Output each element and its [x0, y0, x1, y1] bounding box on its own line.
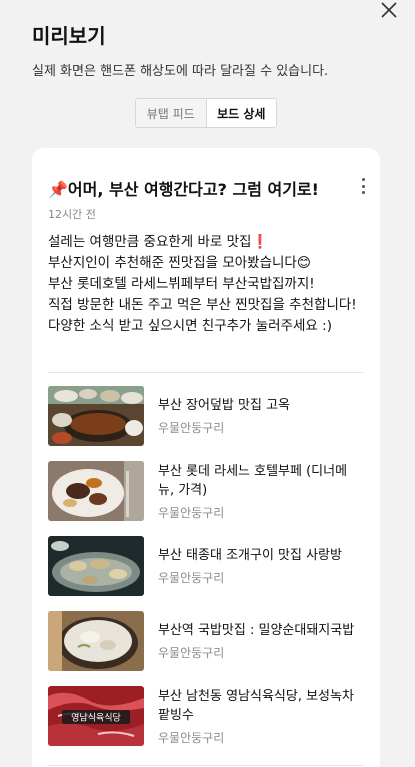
item-title: 부산 태종대 조개구이 맛집 사랑방	[158, 548, 342, 563]
body-line: 부산지인이 추천해준 찐맛집을 모아봤습니다😊	[48, 255, 311, 271]
body-line: 직접 방문한 내돈 주고 먹은 부산 찐맛집을 추천합니다!	[48, 297, 357, 313]
list-item[interactable]: 부산 롯데 라세느 호텔부페 (디너메뉴, 가격) 우물안둥구리	[48, 461, 364, 536]
list-item[interactable]: 부산역 국밥맛집 : 밀양순대돼지국밥 우물안둥구리	[48, 611, 364, 686]
linked-posts-list: 부산 장어덮밥 맛집 고옥 우물안둥구리 부산 롯데 라세느 호텔부페 (디너메…	[48, 386, 364, 761]
preview-card: 📌어머, 부산 여행간다고? 그럼 여기로! 12시간 전 설레는 여행만큼 중…	[32, 148, 380, 767]
modal-title: 미리보기	[32, 24, 106, 48]
raw-beef-thumbnail: 영남식육식당	[48, 686, 144, 746]
list-item[interactable]: 영남식육식당 부산 남천동 영남식육식당, 보성녹차 팥빙수 우물안둥구리	[48, 686, 364, 761]
item-author: 우물안둥구리	[158, 505, 225, 520]
list-item[interactable]: 부산 태종대 조개구이 맛집 사랑방 우물안둥구리	[48, 536, 364, 611]
item-title: 부산 장어덮밥 맛집 고옥	[158, 398, 290, 413]
item-author: 우물안둥구리	[158, 571, 225, 585]
item-author: 우물안둥구리	[158, 646, 225, 660]
item-title: 부산 남천동 영남식육식당, 보성녹차 팥빙수	[158, 688, 354, 723]
item-author: 우물안둥구리	[158, 730, 225, 745]
item-title: 부산 롯데 라세느 호텔부페 (디너메뉴, 가격)	[158, 463, 348, 498]
tab-feed[interactable]: 뷰탭 피드	[136, 99, 207, 127]
post-body: 설레는 여행만큼 중요한게 바로 맛집❗ 부산지인이 추천해준 찐맛집을 모아봤…	[48, 232, 368, 337]
body-line: 다양한 소식 받고 싶으시면 친구추가 눌러주세요 :)	[48, 318, 332, 334]
eel-rice-thumbnail	[48, 386, 144, 446]
post-time: 12시간 전	[48, 208, 96, 221]
body-line: 설레는 여행만큼 중요한게 바로 맛집❗	[48, 234, 269, 250]
buffet-thumbnail	[48, 461, 144, 521]
close-icon[interactable]	[379, 0, 399, 20]
item-title: 부산역 국밥맛집 : 밀양순대돼지국밥	[158, 623, 355, 638]
divider	[48, 765, 364, 766]
gukbap-thumbnail	[48, 611, 144, 671]
modal-description: 실제 화면은 핸드폰 해상도에 따라 달라질 수 있습니다.	[32, 64, 329, 79]
divider	[48, 372, 364, 373]
view-toggle: 뷰탭 피드 보드 상세	[135, 98, 277, 128]
list-item[interactable]: 부산 장어덮밥 맛집 고옥 우물안둥구리	[48, 386, 364, 461]
post-title: 📌어머, 부산 여행간다고? 그럼 여기로!	[48, 180, 319, 199]
body-line: 부산 롯데호텔 라세느뷔페부터 부산국밥집까지!	[48, 276, 315, 292]
grilled-clams-thumbnail	[48, 536, 144, 596]
svg-text:영남식육식당: 영남식육식당	[71, 713, 121, 724]
item-author: 우물안둥구리	[158, 421, 225, 435]
more-options-icon[interactable]	[360, 178, 366, 194]
tab-board-detail[interactable]: 보드 상세	[206, 99, 276, 127]
